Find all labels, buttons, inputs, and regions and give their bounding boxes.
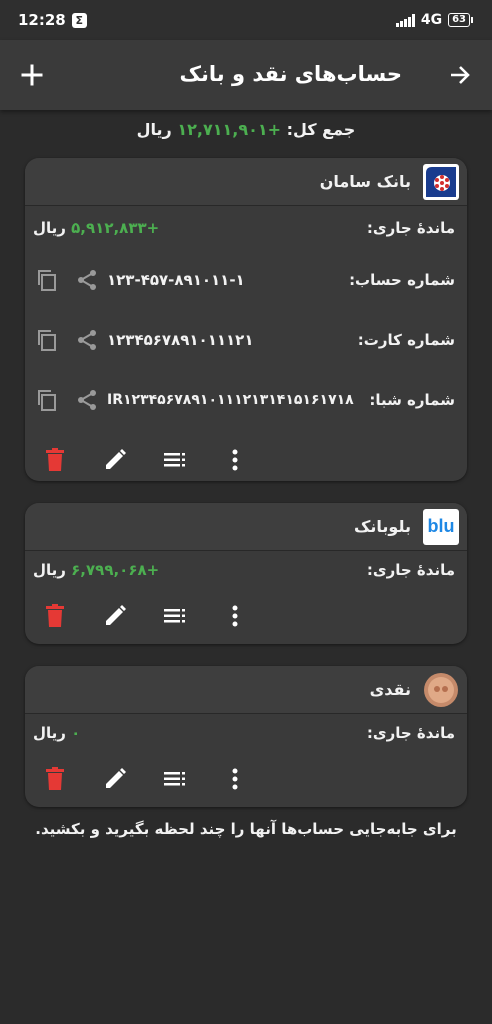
saman-bank-logo [423,163,459,200]
balance-label: ماندهٔ جاری: [366,561,455,579]
account-name: بلوبانک [354,517,411,536]
total-label: جمع کل: [286,120,356,139]
account-number-label: شماره حساب: [349,271,455,289]
list-icon [164,453,185,467]
status-bar: 12:28 Σ 4G 63 [0,0,492,40]
balance-value: +۵,۹۱۲,۸۳۳ [71,219,160,237]
copy-card-number-button[interactable] [35,328,59,352]
pencil-icon [106,449,126,469]
balance-row: ماندهٔ جاری: +۶,۷۹۹,۰۶۸ ریال [25,551,467,589]
balance-amount: +۵,۹۱۲,۸۳۳ ریال [33,219,159,237]
delete-button[interactable] [43,448,67,472]
back-button[interactable] [444,59,476,91]
edit-button[interactable] [103,604,127,628]
list-icon [164,609,185,623]
more-vert-icon [232,605,238,627]
balance-value: +۶,۷۹۹,۰۶۸ [71,561,160,579]
balance-label: ماندهٔ جاری: [366,219,455,237]
card-actions [25,589,467,643]
delete-icon [46,448,64,471]
signal-icon [395,13,415,27]
balance-amount: +۶,۷۹۹,۰۶۸ ریال [33,561,159,579]
more-options-button[interactable] [223,767,247,791]
delete-icon [46,604,64,627]
share-icon [78,270,96,290]
card-number-value: ۱۲۳۴۵۶۷۸۹۱۰۱۱۱۲۱ [107,331,254,349]
account-number-row: شماره حساب: ۱۲۳-۴۵۷-۸۹۱۰۱۱-۱ [25,250,467,310]
plus-icon [21,64,43,86]
delete-button[interactable] [43,767,67,791]
account-card-saman[interactable]: بانک سامان ماندهٔ جاری: +۵,۹۱۲,۸۳۳ ریال … [25,158,467,481]
more-vert-icon [232,768,238,790]
account-number-actions [35,268,99,292]
account-card-header: بلوبانک blu [25,503,467,551]
copy-icon [38,330,56,351]
total-summary: جمع کل: +۱۲,۷۱۱,۹۰۱ ریال [0,120,492,139]
share-account-number-button[interactable] [75,268,99,292]
add-account-button[interactable] [16,59,48,91]
edit-button[interactable] [103,767,127,791]
balance-label: ماندهٔ جاری: [366,724,455,742]
total-unit: ریال [136,120,172,139]
more-options-button[interactable] [223,604,247,628]
copy-icon [38,270,56,291]
battery-icon: 63 [448,13,473,27]
delete-button[interactable] [43,604,67,628]
balance-row: ماندهٔ جاری: +۵,۹۱۲,۸۳۳ ریال [25,206,467,250]
more-vert-icon [232,449,238,471]
app-bar: حساب‌های نقد و بانک [0,40,492,110]
account-card-header: نقدی [25,666,467,714]
transactions-button[interactable] [163,448,187,472]
arrow-right-icon [451,66,470,84]
share-card-number-button[interactable] [75,328,99,352]
balance-value: ۰ [71,724,81,742]
card-number-row: شماره کارت: ۱۲۳۴۵۶۷۸۹۱۰۱۱۱۲۱ [25,310,467,370]
balance-unit: ریال [33,219,66,237]
battery-level: 63 [452,14,466,25]
sheba-label: شماره شبا: [369,391,455,409]
account-name: بانک سامان [319,172,411,191]
card-actions [25,430,467,481]
sheba-actions [35,388,99,412]
status-time: 12:28 [18,11,66,29]
page-title: حساب‌های نقد و بانک [179,62,402,86]
account-name: نقدی [369,680,411,699]
balance-unit: ریال [33,561,66,579]
sheba-value: IR۱۲۳۴۵۶۷۸۹۱۰۱۱۱۲۱۳۱۴۱۵۱۶۱۷۱۸ [107,392,354,408]
share-icon [78,330,96,350]
status-left: 12:28 Σ [18,11,87,29]
coin-logo [423,672,459,708]
copy-icon [38,390,56,411]
account-card-cash[interactable]: نقدی ماندهٔ جاری: ۰ ریال [25,666,467,807]
copy-sheba-button[interactable] [35,388,59,412]
card-number-actions [35,328,99,352]
sheba-row: شماره شبا: IR۱۲۳۴۵۶۷۸۹۱۰۱۱۱۲۱۳۱۴۱۵۱۶۱۷۱۸ [25,370,467,430]
share-sheba-button[interactable] [75,388,99,412]
edit-button[interactable] [103,448,127,472]
notification-icon: Σ [71,12,87,28]
account-card-header: بانک سامان [25,158,467,206]
account-card-blu[interactable]: بلوبانک blu ماندهٔ جاری: +۶,۷۹۹,۰۶۸ ریال [25,503,467,644]
card-number-label: شماره کارت: [357,331,455,349]
balance-unit: ریال [33,724,66,742]
copy-account-number-button[interactable] [35,268,59,292]
delete-icon [46,767,64,790]
account-number-value: ۱۲۳-۴۵۷-۸۹۱۰۱۱-۱ [107,271,245,289]
pencil-icon [106,605,126,625]
card-actions [25,752,467,806]
share-icon [78,390,96,410]
total-value: +۱۲,۷۱۱,۹۰۱ [177,120,282,139]
balance-amount: ۰ ریال [33,724,80,742]
balance-row: ماندهٔ جاری: ۰ ریال [25,714,467,752]
status-right: 4G 63 [395,12,474,28]
reorder-hint: برای جابه‌جایی حساب‌ها آنها را چند لحظه … [35,820,457,838]
transactions-button[interactable] [163,767,187,791]
list-icon [164,772,185,786]
pencil-icon [106,768,126,788]
more-options-button[interactable] [223,448,247,472]
blu-bank-logo: blu [423,508,459,545]
network-type: 4G [420,12,443,28]
transactions-button[interactable] [163,604,187,628]
